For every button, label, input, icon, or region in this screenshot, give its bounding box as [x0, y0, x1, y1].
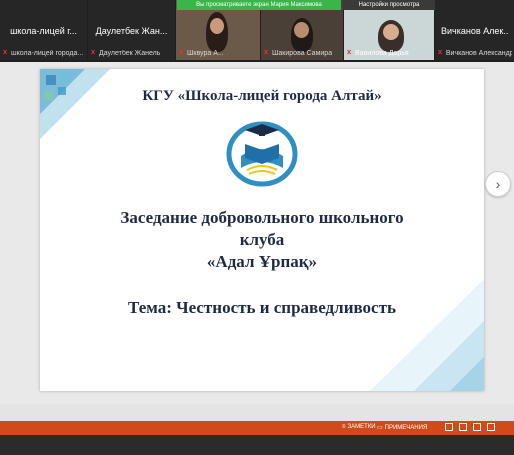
- slide-sorter-icon[interactable]: [459, 423, 467, 431]
- participant-tile[interactable]: Вичканов Алек... ⅹ Вичканов Александр: [435, 0, 514, 60]
- comment-icon: ▭: [377, 425, 383, 431]
- participant-face: [294, 22, 309, 38]
- presentation-background-bar: [0, 404, 514, 421]
- participant-label: Даулетбек Жанель: [99, 49, 161, 57]
- chevron-right-icon: ›: [495, 176, 501, 192]
- muted-mic-icon: ⅹ: [438, 49, 443, 56]
- comments-button[interactable]: ▭ ПРИМЕЧАНИЯ: [377, 424, 428, 432]
- participant-name: школа-лицей г...: [10, 26, 77, 36]
- window-bottom-strip: [0, 435, 514, 455]
- participant-tile[interactable]: школа-лицей г... ⅹ школа-лицей города...: [0, 0, 87, 60]
- participant-label: Вичканов Александр: [445, 49, 512, 57]
- slide-title-line3: «Адал Ұрпақ»: [206, 252, 318, 271]
- slide-topic: Тема: Честность и справедливость: [128, 298, 396, 317]
- participant-label: школа-лицей города...: [11, 49, 84, 57]
- participant-name: Вичканов Алек...: [441, 26, 508, 36]
- muted-mic-icon: ⅹ: [264, 49, 269, 56]
- participant-name: Даулетбек Жан...: [95, 26, 168, 36]
- participant-tiles-strip: школа-лицей г... ⅹ школа-лицей города...…: [0, 0, 514, 62]
- presentation-slide: КГУ «Школа-лицей города Алтай» Заседание…: [40, 69, 484, 391]
- reading-view-icon[interactable]: [473, 423, 481, 431]
- muted-mic-icon: ⅹ: [91, 49, 96, 56]
- participant-tile[interactable]: Даулетбек Жан... ⅹ Даулетбек Жанель: [88, 0, 175, 60]
- notes-label: ЗАМЕТКИ: [347, 424, 376, 430]
- muted-mic-icon: ⅹ: [347, 49, 352, 56]
- slideshow-icon[interactable]: [487, 423, 495, 431]
- participant-label: Шквура А...: [187, 49, 224, 57]
- view-mode-buttons: [445, 423, 495, 431]
- slide-title-line2: клуба: [239, 230, 285, 249]
- participant-label: Шакирова Самира: [272, 49, 333, 57]
- screen-share-banner: Вы просматриваете экран Мария Максимова: [177, 0, 341, 10]
- slide-organization: КГУ «Школа-лицей города Алтай»: [142, 88, 382, 104]
- school-logo: [226, 121, 298, 187]
- muted-mic-icon: ⅹ: [3, 49, 8, 56]
- view-settings-button[interactable]: Настройки просмотра: [343, 0, 435, 10]
- participant-label: Вавилова Дарья: [355, 49, 409, 57]
- next-slide-button[interactable]: ›: [485, 171, 511, 197]
- notes-button[interactable]: ≡ ЗАМЕТКИ: [342, 424, 376, 430]
- powerpoint-status-bar: ≡ ЗАМЕТКИ ▭ ПРИМЕЧАНИЯ: [0, 421, 514, 435]
- slide-title-line1: Заседание добровольного школьного: [120, 208, 404, 227]
- muted-mic-icon: ⅹ: [179, 49, 184, 56]
- participant-face: [210, 18, 224, 34]
- normal-view-icon[interactable]: [445, 423, 453, 431]
- notes-icon: ≡: [342, 424, 346, 430]
- participant-face: [383, 24, 399, 40]
- comments-label: ПРИМЕЧАНИЯ: [384, 424, 428, 431]
